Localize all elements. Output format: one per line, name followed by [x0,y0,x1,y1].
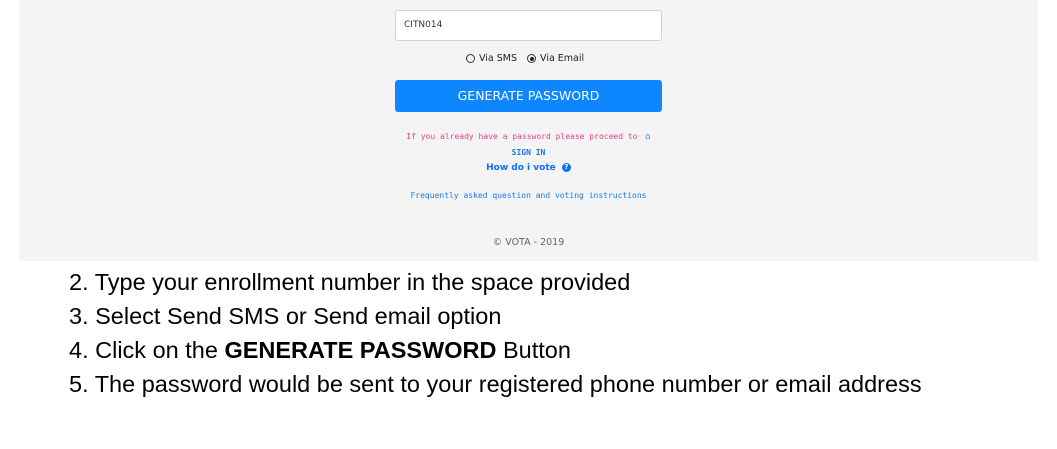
faq-link[interactable]: Frequently asked question and voting ins… [0,191,1057,200]
step-5: 5. The password would be sent to your re… [69,371,922,397]
already-have-password-label: If you already have a password please pr… [406,132,638,141]
step-2: 2. Type your enrollment number in the sp… [69,269,631,295]
via-sms-option[interactable]: Via SMS [466,53,517,64]
via-email-option[interactable]: Via Email [527,53,584,64]
step-4-suffix: Button [502,337,571,363]
enrollment-number-input[interactable]: CITN014 [395,10,662,41]
via-sms-radio[interactable] [466,54,475,63]
already-have-password-text: If you already have a password please pr… [0,132,1057,142]
step-4-bold: GENERATE PASSWORD [224,337,497,363]
step-4-prefix: 4. Click on the [69,337,218,363]
via-email-radio[interactable] [527,54,537,63]
step-4: 4. Click on the GENERATE PASSWORD Button [69,333,922,367]
question-circle-icon: ? [561,163,571,172]
via-email-label: Via Email [540,53,585,64]
step-3: 3. Select Send SMS or Send email option [69,303,502,329]
home-icon[interactable]: ⌂ [645,132,650,142]
how-do-i-vote-link[interactable]: How do i vote ? [0,163,1057,173]
delivery-options: Via SMS Via Email [466,53,594,64]
copyright-text: © VOTA - 2019 [492,237,565,248]
how-do-i-vote-label: How do i vote [486,163,556,173]
generate-password-button[interactable]: GENERATE PASSWORD [395,80,662,112]
via-sms-label: Via SMS [479,53,518,64]
instruction-steps: 2. Type your enrollment number in the sp… [69,265,922,401]
sign-in-link[interactable]: SIGN IN [0,148,1057,157]
